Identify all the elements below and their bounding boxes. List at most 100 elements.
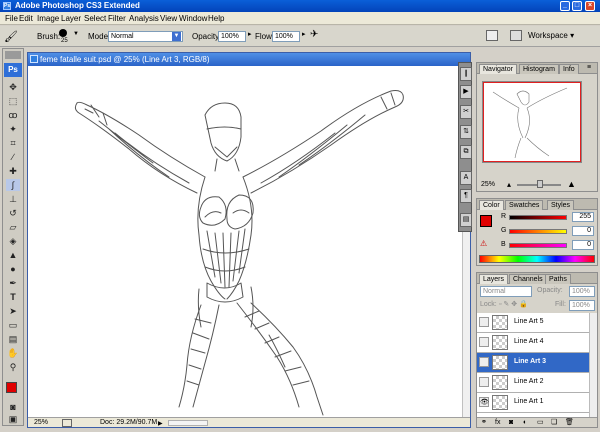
adjustment-layer-icon[interactable]: ◐ (523, 418, 527, 428)
brush-preset-icon[interactable] (59, 29, 67, 37)
menu-analysis[interactable]: Analysis (129, 14, 159, 23)
menu-edit[interactable]: Edit (19, 14, 33, 23)
crop-tool-icon[interactable]: ⌗ (6, 137, 20, 149)
visibility-toggle[interactable] (479, 317, 489, 327)
magic-wand-icon[interactable]: ✦ (6, 123, 20, 135)
history-icon[interactable]: ⧉ (460, 145, 472, 159)
menu-image[interactable]: Image (37, 14, 59, 23)
workspace-button[interactable]: Workspace ▾ (528, 31, 574, 40)
history-brush-icon[interactable]: ↺ (6, 207, 20, 219)
foreground-color-swatch[interactable] (6, 382, 17, 393)
link-layers-icon[interactable]: ⚭ (481, 418, 487, 428)
type-tool-icon[interactable]: T (6, 291, 20, 303)
new-layer-icon[interactable]: ❏ (551, 418, 557, 428)
dodge-tool-icon[interactable]: ● (6, 263, 20, 275)
gamut-warning-icon[interactable]: ⚠ (480, 239, 487, 248)
layer-opacity-field[interactable]: 100% (569, 286, 595, 297)
notes-tool-icon[interactable]: ▤ (6, 333, 20, 345)
trash-icon[interactable]: 🗑 (565, 418, 574, 428)
clone-source-icon[interactable]: ⇅ (460, 125, 472, 139)
flow-arrow-icon[interactable]: ▸ (302, 30, 306, 38)
layer-row[interactable]: Line Art 2 (477, 373, 597, 393)
zoom-out-icon[interactable]: ▴ (507, 180, 511, 189)
brush-picker-arrow-icon[interactable]: ▼ (73, 31, 79, 37)
brushes-icon[interactable]: ❙ (460, 67, 472, 81)
lock-icons[interactable]: ▫ ✎ ✥ 🔒 (499, 300, 528, 308)
fill-field[interactable]: 100% (569, 300, 595, 311)
maximize-button[interactable]: □ (572, 1, 582, 11)
menu-help[interactable]: Help (208, 14, 224, 23)
menu-window[interactable]: Window (179, 14, 207, 23)
actions-icon[interactable]: ▤ (460, 213, 472, 227)
move-tool-icon[interactable]: ✥ (6, 81, 20, 93)
path-selection-icon[interactable]: ➤ (6, 305, 20, 317)
foreground-color[interactable] (480, 215, 492, 227)
layer-comps-icon[interactable]: ✂ (460, 105, 472, 119)
layer-row[interactable]: Line Art 5 (477, 313, 597, 333)
tab-navigator[interactable]: Navigator (479, 64, 517, 74)
new-group-icon[interactable]: ▭ (537, 418, 544, 428)
layers-scrollbar[interactable] (589, 313, 597, 417)
zoom-level[interactable]: 25% (34, 418, 48, 428)
tab-layers[interactable]: Layers (479, 274, 509, 284)
opacity-field[interactable]: 100% (218, 31, 246, 42)
zoom-slider-handle[interactable] (537, 180, 543, 188)
visibility-toggle[interactable] (479, 377, 489, 387)
mode-select[interactable]: Normal ▼ (108, 31, 183, 42)
opacity-arrow-icon[interactable]: ▸ (248, 30, 252, 38)
tab-histogram[interactable]: Histogram (519, 64, 559, 74)
navigator-preview[interactable] (482, 81, 582, 163)
visibility-toggle[interactable] (479, 337, 489, 347)
lasso-tool-icon[interactable]: ꝏ (6, 109, 20, 121)
color-ramp[interactable] (479, 255, 595, 263)
tab-info[interactable]: Info (559, 64, 579, 74)
layer-row-selected[interactable]: Line Art 3 (477, 353, 597, 373)
blend-mode-select[interactable]: Normal (480, 286, 532, 297)
flow-field[interactable]: 100% (272, 31, 300, 42)
paragraph-icon[interactable]: ¶ (460, 189, 472, 203)
chevron-down-icon[interactable]: ▼ (172, 32, 181, 41)
horizontal-scrollbar[interactable] (168, 420, 208, 426)
eye-icon[interactable]: 👁 (479, 397, 489, 407)
paint-bucket-icon[interactable]: ◈ (6, 235, 20, 247)
quick-mask-icon[interactable]: ◙ (6, 401, 20, 413)
b-slider[interactable] (509, 243, 567, 248)
layer-style-icon[interactable]: fx (495, 418, 500, 428)
layer-row[interactable]: 👁 Line Art 1 (477, 393, 597, 413)
menu-view[interactable]: View (160, 14, 177, 23)
pen-tool-icon[interactable]: ✒ (6, 277, 20, 289)
screen-mode-icon[interactable]: ▣ (6, 413, 20, 425)
tab-styles[interactable]: Styles (547, 200, 575, 210)
eyedropper-tool-icon[interactable]: ∕ (6, 151, 20, 163)
view-box[interactable] (483, 82, 581, 162)
brush-tool-icon[interactable]: 🖌 (4, 30, 18, 43)
navigator-zoom[interactable]: 25% (481, 181, 495, 188)
eraser-tool-icon[interactable]: ▱ (6, 221, 20, 233)
brushes-palette-icon[interactable] (486, 30, 498, 41)
camera-icon[interactable] (510, 30, 522, 41)
layer-mask-icon[interactable]: ◙ (509, 418, 513, 428)
r-slider[interactable] (509, 215, 567, 220)
airbrush-icon[interactable]: ✈ (310, 29, 318, 40)
visibility-toggle[interactable] (479, 357, 489, 367)
toolbox-grip[interactable] (5, 51, 21, 59)
zoom-in-icon[interactable]: ▲ (567, 179, 576, 189)
menu-filter[interactable]: Filter (108, 14, 126, 23)
tab-paths[interactable]: Paths (545, 274, 571, 284)
tab-channels[interactable]: Channels (509, 274, 547, 284)
photoshop-logo[interactable]: Ps (4, 63, 22, 77)
g-slider[interactable] (509, 229, 567, 234)
g-value[interactable]: 0 (572, 226, 594, 236)
character-icon[interactable]: A (460, 171, 472, 185)
b-value[interactable]: 0 (572, 240, 594, 250)
layer-row[interactable]: Line Art 4 (477, 333, 597, 353)
shape-tool-icon[interactable]: ▭ (6, 319, 20, 331)
document-title-bar[interactable]: feme fatalle suit.psd @ 25% (Line Art 3,… (28, 53, 470, 66)
brush-tool-icon[interactable]: ∫ (6, 179, 20, 191)
healing-brush-icon[interactable]: ✚ (6, 165, 20, 177)
zoom-tool-icon[interactable]: ⚲ (6, 361, 20, 373)
close-button[interactable]: × (585, 1, 595, 11)
r-value[interactable]: 255 (572, 212, 594, 222)
hand-tool-icon[interactable]: ✋ (6, 347, 20, 359)
panel-menu-icon[interactable]: ≡ (587, 64, 591, 71)
